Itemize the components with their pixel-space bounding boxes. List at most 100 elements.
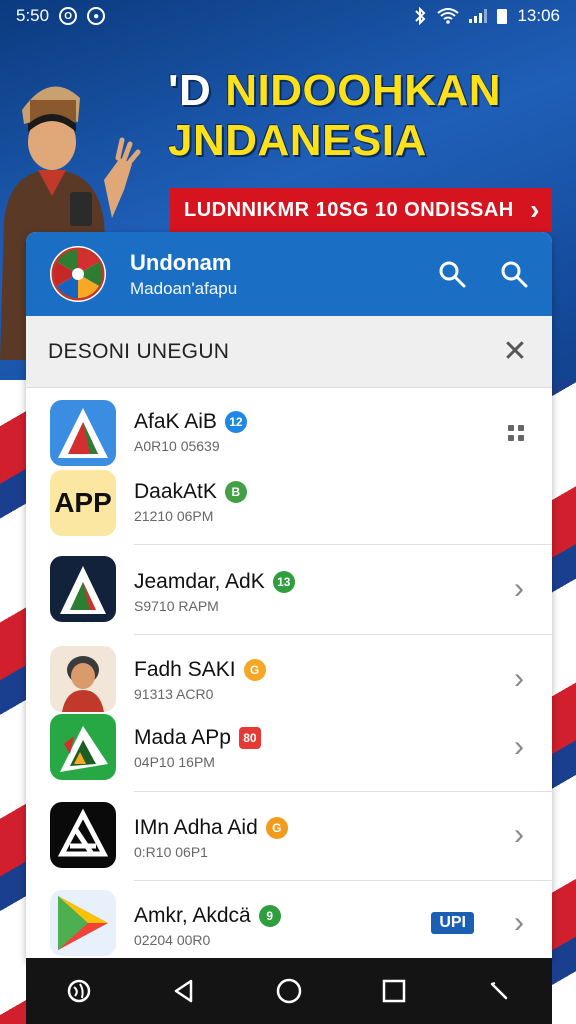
- app-meta: 02204 00R0: [134, 932, 211, 948]
- section-bar: DESONI UNEGUN ✕: [26, 316, 552, 388]
- list-item[interactable]: Amkr, Akdcä 9 02204 00R0 UPI ›: [26, 890, 552, 956]
- section-title: DESONI UNEGUN: [48, 339, 230, 363]
- list-item[interactable]: Fadh SAKI G 91313 ACR0 ›: [26, 646, 552, 712]
- home-icon: [276, 978, 302, 1004]
- chevron-right-icon: ›: [530, 194, 540, 225]
- recents-button[interactable]: [370, 967, 418, 1015]
- app-name: Amkr, Akdcä 9: [134, 904, 281, 928]
- app-name: Jeamdar, AdK 13: [134, 570, 295, 594]
- verified-badge-icon: G: [265, 817, 288, 839]
- app-name: DaakAtK B: [134, 480, 247, 504]
- search-icon: [501, 261, 528, 288]
- bluetooth-icon: [413, 7, 427, 25]
- search-button-secondary[interactable]: [494, 254, 534, 294]
- back-icon: [174, 979, 193, 1003]
- app-list-card: Undonam Madoan'afapu DESONI UNEGUN ✕ Afa…: [26, 232, 552, 960]
- app-name-label: Jeamdar, AdK: [134, 570, 265, 593]
- card-header: Undonam Madoan'afapu: [26, 232, 552, 316]
- list-item[interactable]: Mada APp 80 04P10 16PM ›: [26, 714, 552, 780]
- verified-badge-icon: B: [224, 481, 247, 503]
- list-item-text: Mada APp 80 04P10 16PM: [134, 726, 261, 770]
- recents-icon: [382, 979, 406, 1003]
- app-icon-text: APP: [54, 487, 112, 518]
- verified-badge-icon: 80: [238, 727, 261, 749]
- assistant-button[interactable]: [55, 967, 103, 1015]
- globe-icon: [67, 979, 90, 1003]
- divider: [134, 880, 552, 881]
- camera-icon: ●: [87, 7, 106, 25]
- list-item[interactable]: AfaK AiB 12 A0R10 05639: [26, 400, 552, 466]
- status-right: 13:06: [413, 6, 560, 26]
- app-icon: [50, 400, 116, 466]
- wifi-icon: [437, 8, 460, 24]
- banner-title: 'D NIDOOHKAN JNDANESIA: [168, 66, 568, 166]
- app-name-label: Mada APp: [134, 726, 231, 749]
- search-icon: [439, 261, 466, 288]
- chevron-right-icon: ›: [514, 906, 524, 939]
- app-meta: 0:R10 06P1: [134, 844, 208, 860]
- header-subtitle: Madoan'afapu: [130, 278, 238, 298]
- chevron-right-icon: ›: [514, 662, 524, 695]
- navigation-bar: [26, 958, 552, 1024]
- app-meta: 21210 06PM: [134, 508, 214, 524]
- status-time-left: 5:50: [16, 6, 50, 25]
- verified-badge-icon: 13: [272, 571, 295, 593]
- app-name-label: Fadh SAKI: [134, 658, 236, 681]
- app-name: AfaK AiB 12: [134, 410, 247, 434]
- list-item-text: Amkr, Akdcä 9 02204 00R0: [134, 904, 281, 948]
- chevron-right-icon: ›: [514, 572, 524, 605]
- list-item[interactable]: Jeamdar, AdK 13 S9710 RAPM ›: [26, 556, 552, 622]
- status-time-right: 13:06: [517, 6, 560, 25]
- search-button[interactable]: [432, 254, 472, 294]
- list-item-text: IMn Adha Aid G 0:R10 06P1: [134, 816, 288, 860]
- list-item-text: AfaK AiB 12 A0R10 05639: [134, 410, 247, 454]
- banner-title-line1: NIDOOHKAN: [225, 66, 502, 115]
- header-title: Undonam: [130, 249, 232, 275]
- divider: [134, 634, 552, 635]
- app-name-label: Amkr, Akdcä: [134, 904, 251, 927]
- chevron-right-icon: ›: [514, 730, 524, 763]
- app-name-label: DaakAtK: [134, 480, 217, 503]
- app-icon: APP: [50, 470, 116, 536]
- banner-cta-button[interactable]: LUDNNIKMR 10SG 10 ONDISSAH ›: [170, 188, 552, 232]
- app-icon: [50, 556, 116, 622]
- home-button[interactable]: [265, 967, 313, 1015]
- upi-badge: UPI: [431, 912, 474, 934]
- notification-icon: O: [59, 7, 78, 25]
- keyboard-toggle-button[interactable]: [475, 967, 523, 1015]
- close-button[interactable]: ✕: [500, 334, 530, 369]
- signal-icon: [469, 9, 488, 23]
- app-meta: 91313 ACR0: [134, 686, 214, 702]
- status-bar: 5:50 O ● 13:06: [0, 0, 576, 32]
- app-name: Fadh SAKI G: [134, 658, 266, 682]
- list-item-text: DaakAtK B 21210 06PM: [134, 480, 247, 524]
- banner-cta-label: LUDNNIKMR 10SG 10 ONDISSAH: [184, 198, 514, 221]
- pen-icon: [491, 982, 508, 1000]
- app-icon: [50, 646, 116, 712]
- divider: [134, 544, 552, 545]
- app-logo-icon: [50, 246, 106, 302]
- list-item[interactable]: IMn Adha Aid G 0:R10 06P1 ›: [26, 802, 552, 868]
- back-button[interactable]: [160, 967, 208, 1015]
- app-name-label: AfaK AiB: [134, 410, 217, 433]
- app-meta: A0R10 05639: [134, 438, 220, 454]
- close-icon: ✕: [502, 335, 528, 368]
- header-text: Undonam Madoan'afapu: [130, 250, 410, 299]
- app-icon: [50, 890, 116, 956]
- app-name: IMn Adha Aid G: [134, 816, 288, 840]
- more-options-icon[interactable]: [508, 425, 524, 441]
- verified-badge-icon: 9: [258, 905, 281, 927]
- app-icon: [50, 714, 116, 780]
- verified-badge-icon: G: [243, 659, 266, 681]
- status-left: 5:50 O ●: [16, 6, 106, 26]
- list-item[interactable]: APP DaakAtK B 21210 06PM: [26, 470, 552, 536]
- app-meta: S9710 RAPM: [134, 598, 219, 614]
- list-item-text: Fadh SAKI G 91313 ACR0: [134, 658, 266, 702]
- list-item-text: Jeamdar, AdK 13 S9710 RAPM: [134, 570, 295, 614]
- banner-prefix: 'D: [168, 66, 212, 115]
- chevron-right-icon: ›: [514, 818, 524, 851]
- banner-title-line2: JNDANESIA: [168, 116, 427, 165]
- verified-badge-icon: 12: [224, 411, 247, 433]
- app-meta: 04P10 16PM: [134, 754, 215, 770]
- app-icon: [50, 802, 116, 868]
